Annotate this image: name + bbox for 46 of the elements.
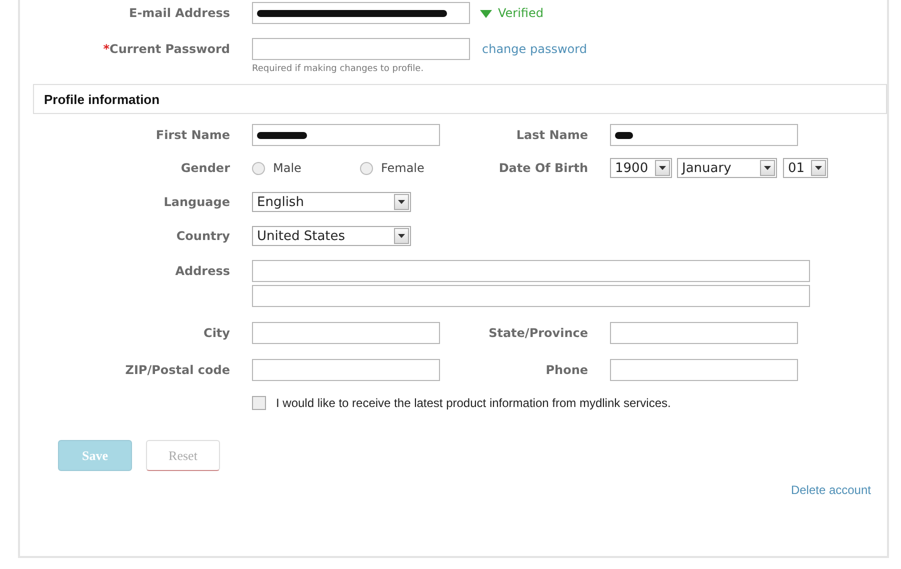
input-field[interactable]	[252, 359, 440, 381]
field-label: E-mail Address	[128, 6, 230, 20]
dropdown[interactable]: 01	[783, 158, 828, 178]
input-field[interactable]	[252, 322, 440, 344]
change-password-link[interactable]: change password	[482, 42, 587, 56]
field-label: Country	[175, 229, 230, 243]
dropdown[interactable]: January	[677, 158, 777, 178]
input-field[interactable]	[252, 260, 810, 282]
field-label: Date Of Birth	[498, 161, 588, 175]
verified-status: Verified	[498, 6, 544, 20]
caret-icon	[815, 166, 822, 170]
dropdown[interactable]: English	[252, 192, 411, 212]
field-label: Last Name	[515, 128, 588, 142]
checkbox[interactable]	[252, 396, 266, 410]
field-label: First Name	[154, 128, 230, 142]
checkbox-label: I would like to receive the latest product information from mydlink services.	[276, 396, 671, 410]
field-label: ZIP/Postal code	[124, 363, 230, 377]
radio-button[interactable]	[252, 162, 265, 174]
field-label: Address	[174, 264, 230, 278]
field-label: State/Province	[488, 326, 588, 340]
input-field[interactable]	[610, 322, 798, 344]
input-field[interactable]	[252, 124, 440, 146]
radio-button[interactable]	[360, 162, 373, 174]
field-label: *Current Password	[102, 42, 230, 56]
field-label: Phone	[544, 363, 588, 377]
delete-account-link[interactable]: Delete account	[790, 483, 871, 497]
redacted-text	[615, 132, 633, 138]
input-field[interactable]	[252, 2, 470, 24]
section-header: Profile information	[33, 84, 887, 114]
field-label: Gender	[180, 161, 230, 175]
dropdown[interactable]: United States	[252, 226, 411, 246]
caret-icon	[764, 166, 771, 170]
input-field[interactable]	[610, 359, 798, 381]
radio-label: Male	[273, 161, 302, 175]
redacted-text	[257, 132, 307, 138]
caret-icon	[398, 234, 405, 238]
caret-icon	[398, 200, 405, 204]
input-field[interactable]	[252, 285, 810, 307]
field-label: City	[202, 326, 230, 340]
radio-label: Female	[381, 161, 424, 175]
caret-icon	[659, 166, 666, 170]
input-field[interactable]	[252, 38, 470, 60]
dropdown[interactable]: 1900	[610, 158, 672, 178]
input-field[interactable]	[610, 124, 798, 146]
hint-text: Required if making changes to profile.	[252, 64, 424, 74]
field-label: Language	[162, 195, 230, 209]
